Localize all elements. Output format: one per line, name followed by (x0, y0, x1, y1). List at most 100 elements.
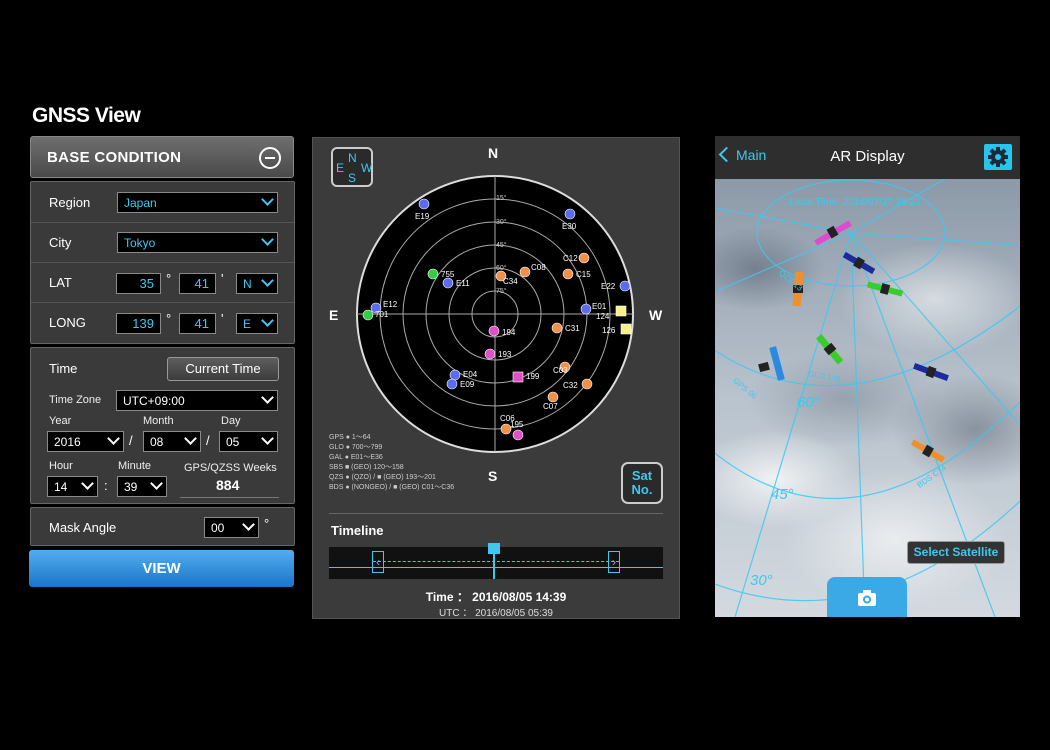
chevron-down-icon (261, 432, 274, 445)
satellite-label: E12 (383, 300, 398, 309)
satellite-label: C31 (565, 324, 580, 333)
satellite-E04: E04 (449, 369, 478, 381)
satellite-marker (551, 322, 563, 334)
chevron-down-icon (184, 432, 197, 445)
sat-number-toggle-button[interactable]: Sat No. (621, 462, 663, 504)
ar-display-panel: Local Time: 2016/07/27 18:21 QZS 13 GLO … (715, 136, 1020, 617)
satellite-label: 755 (441, 270, 455, 279)
satellite-C12: C12 (563, 252, 590, 264)
timeline-next-button[interactable]: › (608, 551, 620, 573)
time-zone-select[interactable]: UTC+09:00 (116, 390, 278, 411)
day-select[interactable]: 05 (219, 431, 278, 452)
settings-button[interactable] (984, 144, 1012, 170)
satellite-marker (512, 429, 524, 441)
year-label: Year (49, 415, 72, 427)
app-title: GNSS View (32, 104, 141, 127)
timeline-handle[interactable] (487, 543, 500, 579)
satellite-label: C34 (503, 277, 518, 286)
mask-angle-section: Mask Angle 00 ° (30, 507, 295, 546)
mask-angle-label: Mask Angle (49, 520, 117, 535)
legend-sbs: SBS ■ (GEO) 120～158 (329, 464, 404, 471)
lat-degree-input[interactable]: 35 (116, 273, 161, 294)
satellite-193: 193 (484, 348, 512, 360)
satellite-755: 755 (427, 268, 455, 280)
lat-direction-value: N (243, 277, 252, 291)
minute-value: 39 (124, 480, 138, 494)
constellation-legend: GPS ● 1～64 GLO ● 700～799 GAL ● E01～E36 S… (329, 433, 454, 493)
no-label: No. (631, 482, 653, 497)
satellite-label: E11 (456, 279, 470, 288)
city-select[interactable]: Tokyo (117, 232, 278, 253)
ar-header-bar: Main AR Display (715, 136, 1020, 179)
satellite-label: C08 (531, 263, 546, 272)
collapse-minus-icon[interactable] (259, 147, 281, 169)
lat-minute-input[interactable]: 41 (179, 273, 216, 294)
long-direction-select[interactable]: E (236, 313, 278, 334)
long-minute-input[interactable]: 41 (179, 313, 216, 334)
satellite-label: E01 (592, 302, 607, 311)
select-satellite-button[interactable]: Select Satellite (907, 541, 1005, 564)
camera-button[interactable] (827, 577, 907, 617)
elevation-45-label: 45° (771, 486, 794, 503)
city-value: Tokyo (124, 236, 156, 250)
chevron-down-icon (261, 314, 274, 327)
timeline-slider[interactable]: ‹ › (329, 543, 663, 579)
satellite-marker (512, 371, 524, 383)
satellite-label: C15 (576, 270, 591, 279)
legend-gal: GAL ● E01～E36 (329, 454, 383, 461)
mask-angle-value: 00 (211, 521, 225, 535)
ar-radial (850, 232, 866, 617)
hour-select[interactable]: 14 (47, 476, 98, 497)
satellite-label: 195 (510, 420, 524, 429)
region-value: Japan (124, 196, 157, 210)
legend-glo: GLO ● 700～799 (329, 444, 383, 451)
satellite-E11: E11 (442, 277, 470, 289)
long-degree-input[interactable]: 139 (116, 313, 161, 334)
satellite-label: E30 (562, 222, 577, 231)
satellite-C32: C32 (563, 378, 593, 390)
month-value: 08 (150, 435, 164, 449)
legend-qzs: QZS ● (QZO) / ■ (GEO) 193～201 (329, 474, 436, 481)
base-condition-header[interactable]: BASE CONDITION (30, 136, 294, 178)
chevron-down-icon (261, 391, 274, 404)
ring-label: 15° (496, 194, 507, 202)
satellite-marker (427, 268, 439, 280)
ar-sat-green-2 (816, 334, 844, 365)
satellite-199: 199 (512, 371, 540, 383)
satellite-label: E09 (460, 380, 475, 389)
satellite-marker (619, 280, 631, 292)
local-time-label: Local Time: 2016/07/27 18:21 (789, 197, 921, 208)
weeks-display: GPS/QZSS Weeks 884 (180, 457, 279, 498)
month-label: Month (143, 415, 174, 427)
timeline-label: Timeline (331, 523, 384, 538)
satellite-marker (578, 252, 590, 264)
mask-angle-select[interactable]: 00 (204, 517, 259, 538)
satellite-194: 194 (488, 325, 516, 337)
year-select[interactable]: 2016 (47, 431, 124, 452)
lat-direction-select[interactable]: N (236, 273, 278, 294)
satellite-label: C12 (563, 254, 578, 263)
ar-title: AR Display (830, 148, 905, 165)
ar-radial (850, 232, 1020, 246)
location-section: Region Japan City Tokyo LAT 35 ° 41 ' N … (30, 181, 295, 344)
degree-symbol: ° (166, 311, 172, 326)
satellite-label: E19 (415, 212, 430, 221)
ring-label: 30° (496, 218, 507, 226)
ar-sat-magenta (814, 220, 852, 246)
satellite-label: E04 (463, 370, 478, 379)
satellite-marker (484, 348, 496, 360)
minute-select[interactable]: 39 (117, 476, 167, 497)
weeks-value: 884 (216, 477, 240, 493)
ar-radial (715, 232, 852, 293)
current-time-button[interactable]: Current Time (167, 357, 279, 381)
satellite-label: C32 (563, 381, 578, 390)
satellite-marker (620, 323, 632, 335)
timeline-prev-button[interactable]: ‹ (372, 551, 384, 573)
satellite-marker (488, 325, 500, 337)
satellite-label: C03 (553, 366, 568, 375)
month-select[interactable]: 08 (143, 431, 201, 452)
view-button[interactable]: VIEW (29, 550, 294, 587)
satellite-marker (562, 268, 574, 280)
region-select[interactable]: Japan (117, 192, 278, 213)
minute-symbol: ' (221, 311, 224, 326)
